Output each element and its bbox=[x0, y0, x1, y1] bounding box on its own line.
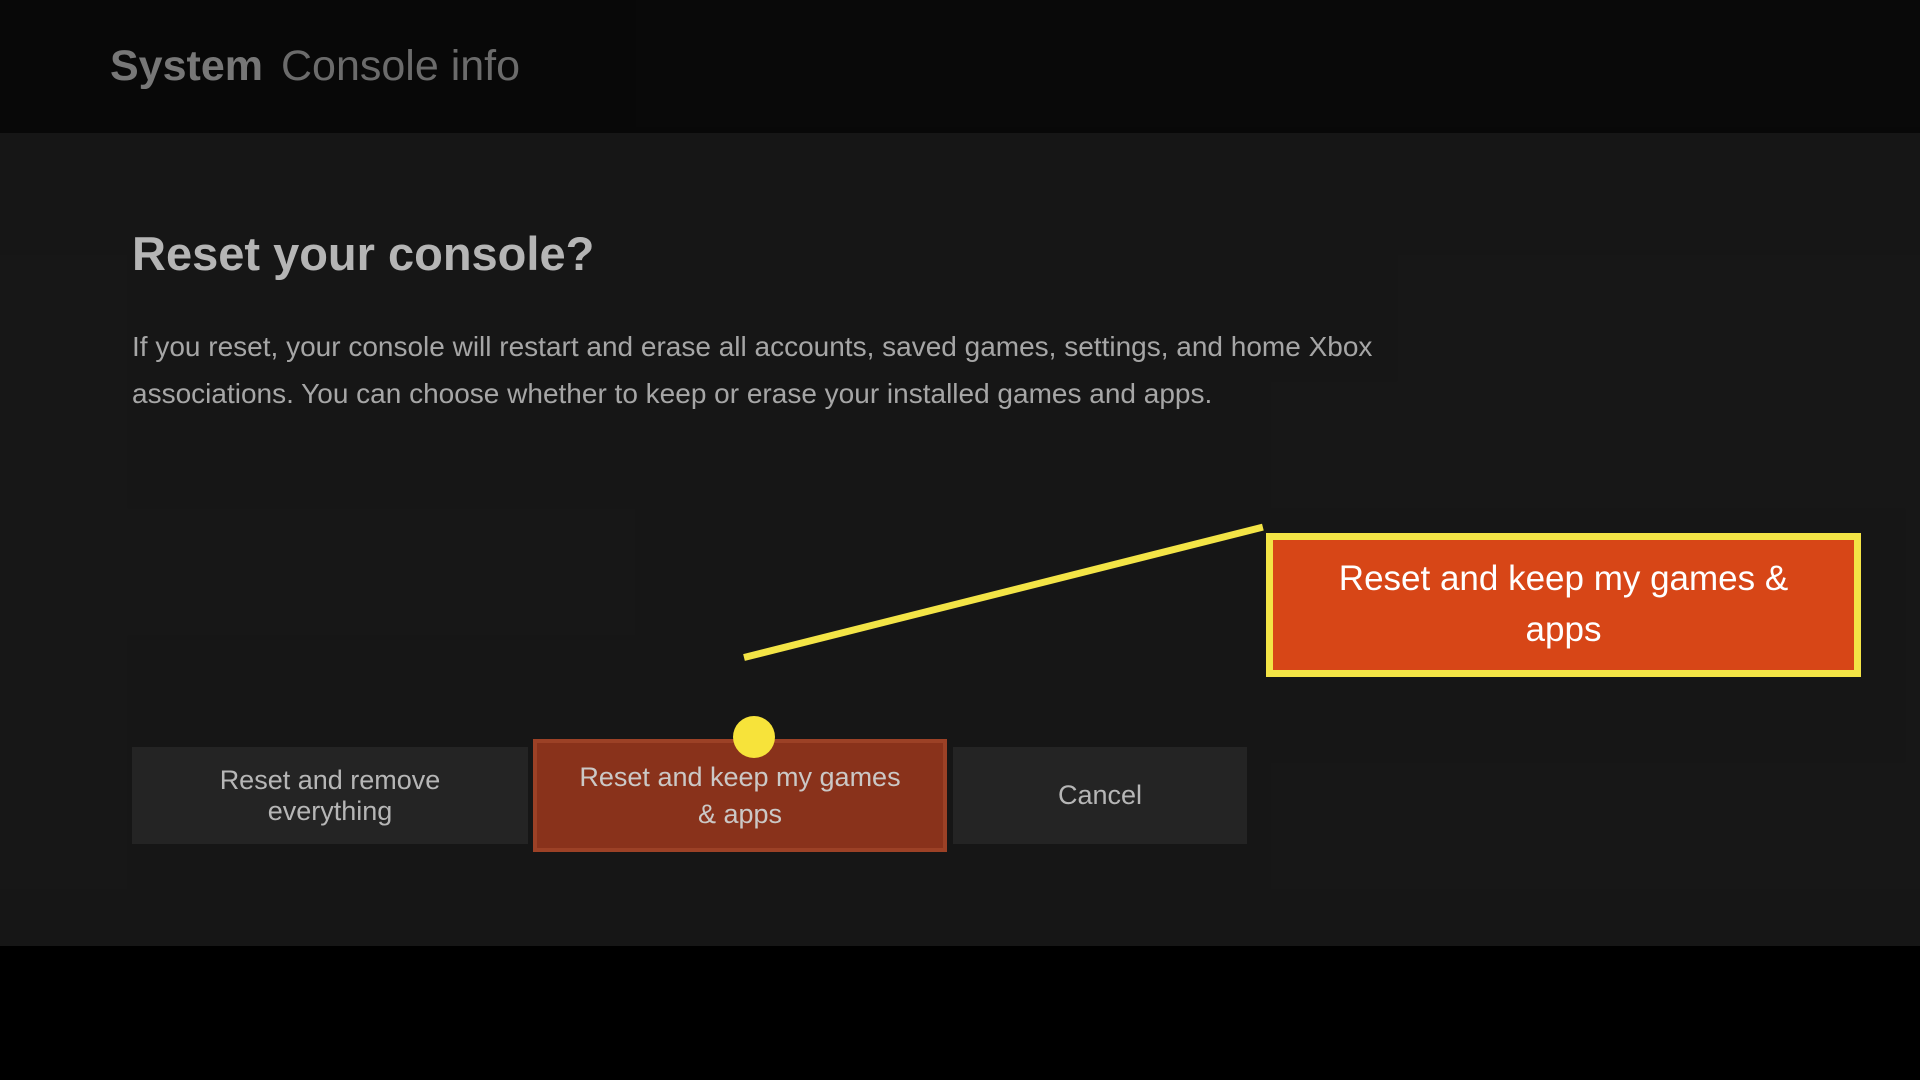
annotation-dot bbox=[733, 716, 775, 758]
dialog-title: Reset your console? bbox=[132, 226, 1820, 281]
breadcrumb-console-info: Console info bbox=[281, 42, 520, 91]
reset-and-keep-my-games-button[interactable]: Reset and keep my games & apps bbox=[533, 739, 947, 852]
dialog-body-text: If you reset, your console will restart … bbox=[132, 323, 1532, 417]
breadcrumb-system: System bbox=[110, 42, 263, 91]
annotation-callout-text: Reset and keep my games & apps bbox=[1297, 554, 1830, 656]
reset-and-remove-everything-button[interactable]: Reset and remove everything bbox=[132, 747, 528, 844]
cancel-button[interactable]: Cancel bbox=[953, 747, 1247, 844]
bottom-strip bbox=[0, 946, 1920, 1080]
header-bar: System Console info bbox=[0, 0, 1920, 133]
reset-keep-label: Reset and keep my games & apps bbox=[577, 759, 903, 832]
annotation-callout: Reset and keep my games & apps bbox=[1266, 533, 1861, 677]
dialog-button-row: Reset and remove everything Reset and ke… bbox=[132, 747, 1247, 844]
cancel-label: Cancel bbox=[1058, 780, 1142, 811]
reset-remove-label: Reset and remove everything bbox=[162, 765, 498, 827]
reset-and-keep-button-wrapper: Reset and keep my games & apps bbox=[528, 747, 953, 844]
